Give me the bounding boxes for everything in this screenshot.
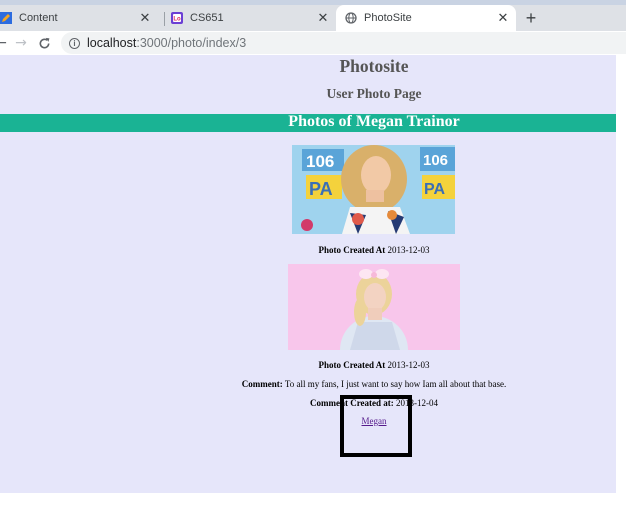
close-tab-photosite-icon[interactable]: ✕ bbox=[496, 11, 510, 25]
page-subtitle: User Photo Page bbox=[326, 86, 422, 101]
url-host: localhost bbox=[87, 36, 137, 50]
new-tab-button[interactable]: + bbox=[521, 8, 541, 28]
url-path: :3000/photo/index/3 bbox=[136, 36, 247, 50]
photo-2-comment: Comment: To all my fans, I just want to … bbox=[0, 379, 626, 389]
browser-toolbar: ← → i localhost:3000/photo/index/3 bbox=[0, 31, 626, 55]
svg-text:106: 106 bbox=[306, 152, 334, 171]
close-tab-content-icon[interactable]: ✕ bbox=[138, 11, 152, 25]
comment-user-link[interactable]: Megan bbox=[0, 416, 626, 426]
globe-icon bbox=[345, 12, 357, 24]
tab-content-title: Content bbox=[19, 12, 58, 24]
photo-1-created-caption: Photo Created At 2013-12-03 bbox=[0, 245, 626, 255]
user-photo-1: 106 PA 106 PA bbox=[292, 145, 455, 234]
page-content: Photosite User Photo Page Photos of Mega… bbox=[0, 55, 616, 493]
photo-1-created-date: 2013-12-03 bbox=[387, 245, 430, 255]
lo-icon: Lo bbox=[171, 12, 183, 24]
highlight-box bbox=[340, 395, 412, 457]
svg-text:106: 106 bbox=[423, 152, 448, 169]
tab-cs651-title: CS651 bbox=[190, 12, 224, 24]
svg-text:Lo: Lo bbox=[173, 17, 181, 23]
user-photo-2 bbox=[288, 264, 460, 350]
reload-icon[interactable] bbox=[35, 34, 53, 52]
info-icon[interactable]: i bbox=[69, 37, 80, 49]
site-title: Photosite bbox=[339, 56, 409, 76]
photo-2-created-label: Photo Created At bbox=[318, 360, 386, 370]
user-banner-title: Photos of Megan Trainor bbox=[288, 113, 460, 130]
svg-text:PA: PA bbox=[424, 181, 445, 198]
photo-2-comment-date: Comment Created at: 2013-12-04 bbox=[0, 398, 626, 408]
photo-2-created-date: 2013-12-03 bbox=[387, 360, 430, 370]
forward-arrow-icon[interactable]: → bbox=[12, 34, 30, 52]
tab-cs651[interactable]: Lo CS651 ✕ bbox=[166, 5, 336, 31]
tab-strip: Content ✕ Lo CS651 ✕ PhotoSite ✕ + bbox=[0, 0, 626, 31]
close-tab-cs651-icon[interactable]: ✕ bbox=[316, 11, 330, 25]
tab-content[interactable]: Content ✕ bbox=[0, 5, 158, 31]
address-bar[interactable]: i localhost:3000/photo/index/3 bbox=[61, 32, 626, 54]
photo-1-created-label: Photo Created At bbox=[318, 245, 386, 255]
comment-label: Comment: bbox=[241, 379, 283, 389]
tab-separator bbox=[164, 12, 165, 26]
comment-text: To all my fans, I just want to say how I… bbox=[284, 379, 507, 389]
photo-2-created-caption: Photo Created At 2013-12-03 bbox=[0, 360, 626, 370]
tab-photosite-title: PhotoSite bbox=[364, 12, 412, 24]
tab-photosite[interactable]: PhotoSite ✕ bbox=[336, 5, 516, 31]
pencil-icon bbox=[0, 12, 12, 24]
svg-text:PA: PA bbox=[309, 179, 333, 199]
back-arrow-icon[interactable]: ← bbox=[0, 34, 10, 52]
